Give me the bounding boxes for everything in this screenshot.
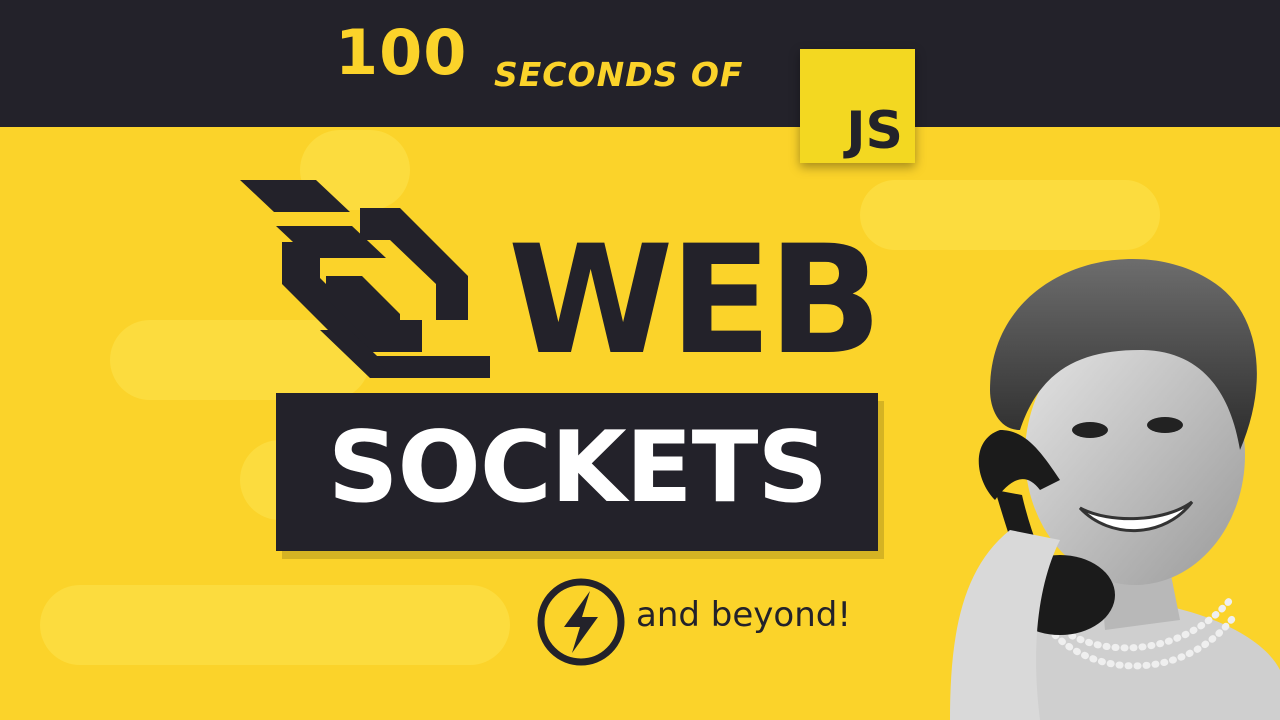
socketio-icon [537, 578, 625, 666]
js-badge-label: JS [846, 101, 903, 161]
speed-line [40, 585, 510, 665]
title-line-2: SOCKETS [327, 411, 828, 525]
tagline: and beyond! [636, 595, 851, 635]
js-badge: JS [800, 49, 915, 163]
woman-on-phone-photo [950, 258, 1280, 720]
series-number: 100 [335, 16, 468, 89]
thumbnail: 100 SECONDS OF JS WEB SOCKETS and beyond… [0, 0, 1280, 720]
websocket-logo-icon [240, 180, 490, 378]
title-line-1: WEB [508, 214, 882, 388]
series-label: SECONDS OF [494, 55, 744, 94]
